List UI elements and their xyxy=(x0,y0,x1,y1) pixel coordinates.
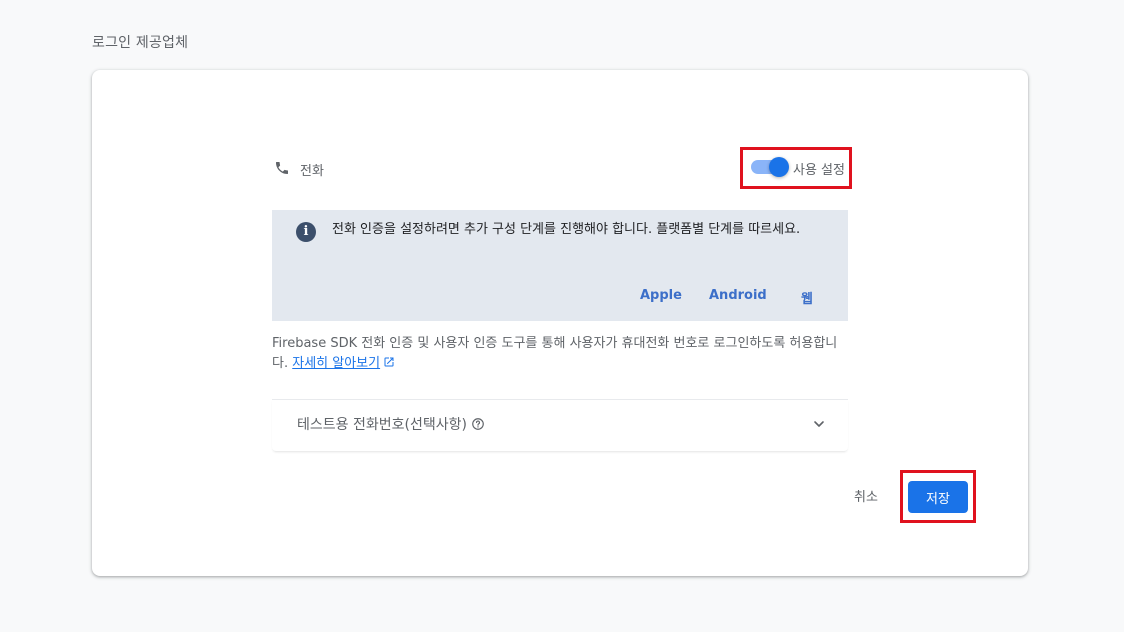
save-button-highlight: 저장 xyxy=(900,470,976,523)
info-box: i 전화 인증을 설정하려면 추가 구성 단계를 진행해야 합니다. 플랫폼별 … xyxy=(272,210,848,321)
save-button[interactable]: 저장 xyxy=(908,481,968,513)
info-text: 전화 인증을 설정하려면 추가 구성 단계를 진행해야 합니다. 플랫폼별 단계… xyxy=(332,222,801,237)
chevron-down-icon[interactable] xyxy=(811,416,827,432)
expander-label: 테스트용 전화번호(선택사항) xyxy=(297,414,485,434)
platform-link-android[interactable]: Android xyxy=(709,288,767,303)
open-in-new-icon[interactable] xyxy=(383,356,395,368)
phone-icon xyxy=(276,162,288,174)
provider-panel: 전화 사용 설정 i 전화 인증을 설정하려면 추가 구성 단계를 진행해야 합… xyxy=(272,70,852,576)
info-icon: i xyxy=(296,222,316,242)
provider-card: 전화 사용 설정 i 전화 인증을 설정하려면 추가 구성 단계를 진행해야 합… xyxy=(92,70,1028,576)
description: Firebase SDK 전화 인증 및 사용자 인증 도구를 통해 사용자가 … xyxy=(272,334,852,374)
enable-toggle-highlight: 사용 설정 xyxy=(740,147,852,189)
cancel-button[interactable]: 취소 xyxy=(854,486,878,505)
provider-label: 전화 xyxy=(300,164,324,179)
section-title: 로그인 제공업체 xyxy=(92,35,189,51)
platform-link-apple[interactable]: Apple xyxy=(640,288,682,303)
toggle-knob[interactable] xyxy=(769,157,789,177)
provider-row: 전화 사용 설정 xyxy=(272,147,852,189)
expander-label-text: 테스트용 전화번호(선택사항) xyxy=(297,417,467,433)
test-phone-numbers-expander[interactable]: 테스트용 전화번호(선택사항) xyxy=(272,399,848,451)
platform-link-web[interactable]: 웹 xyxy=(801,288,813,307)
enable-toggle-label[interactable]: 사용 설정 xyxy=(793,159,845,178)
help-icon[interactable] xyxy=(471,417,485,431)
learn-more-link[interactable]: 자세히 알아보기 xyxy=(292,356,380,371)
enable-toggle[interactable] xyxy=(751,157,789,177)
